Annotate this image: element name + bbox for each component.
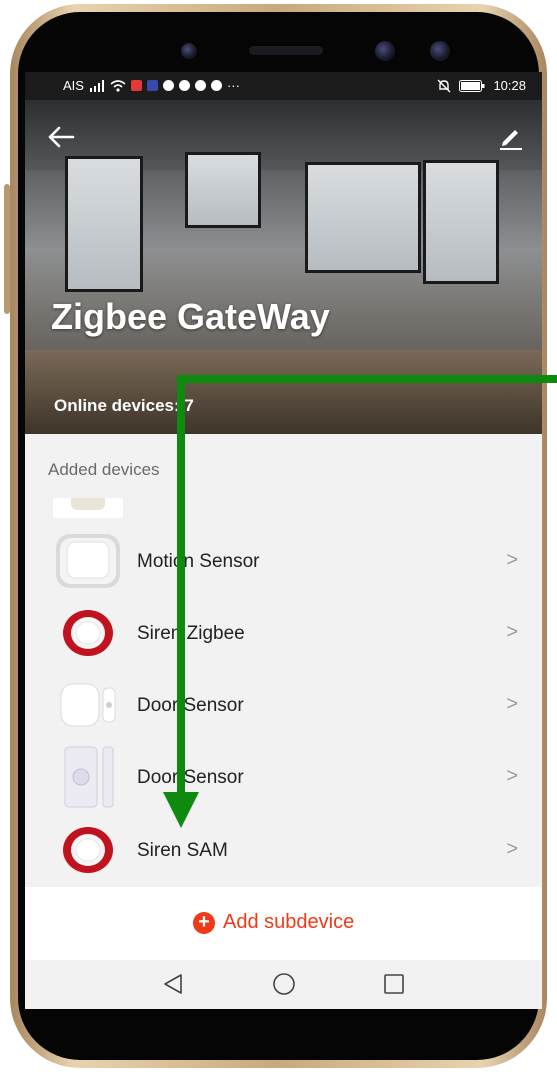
device-name: Siren SAM — [137, 840, 228, 861]
hero-window — [65, 156, 143, 292]
edit-button[interactable] — [496, 122, 524, 150]
chevron-right-icon: > — [506, 838, 518, 860]
device-name: Door Sensor — [137, 767, 244, 788]
signal-icon — [89, 79, 104, 92]
device-row-motion-sensor[interactable]: Motion Sensor > — [25, 525, 542, 597]
app-screen: AIS ··· 10:28 Zigbee GateWay Online devi… — [25, 72, 542, 1009]
add-subdevice-bar: + Add subdevice — [25, 887, 542, 960]
device-name: Motion Sensor — [137, 551, 260, 572]
front-sensor — [430, 41, 450, 61]
chevron-right-icon: > — [506, 765, 518, 787]
chevron-right-icon: > — [506, 549, 518, 571]
more-notifications: ··· — [226, 78, 240, 93]
line-app-icon — [162, 80, 174, 91]
device-row-siren-sam[interactable]: Siren SAM > — [25, 814, 542, 886]
front-camera-2 — [375, 41, 395, 61]
device-row-door-sensor[interactable]: Door Sensor > — [25, 669, 542, 741]
nav-recent-icon[interactable] — [382, 972, 406, 996]
device-row-siren-zigbee[interactable]: Siren Zigbee > — [25, 597, 542, 669]
hero-floor — [25, 350, 542, 434]
status-bar: AIS ··· 10:28 — [25, 72, 542, 100]
line-app-icon — [178, 80, 190, 91]
earpiece-speaker — [249, 46, 323, 55]
add-subdevice-button[interactable]: + Add subdevice — [193, 911, 354, 934]
front-camera — [181, 43, 197, 59]
notification-app-icon — [146, 80, 158, 91]
wifi-icon — [110, 79, 126, 92]
nav-home-icon[interactable] — [272, 972, 296, 996]
facebook-icon — [210, 80, 222, 91]
hero-window — [185, 152, 261, 228]
add-subdevice-label: Add subdevice — [223, 911, 355, 933]
siren-icon — [53, 606, 123, 660]
status-left: AIS ··· — [63, 78, 240, 93]
status-right: 10:28 — [437, 78, 526, 93]
carrier-label: AIS — [63, 78, 84, 93]
siren-icon — [53, 823, 123, 877]
device-name: Siren Zigbee — [137, 623, 245, 644]
mute-icon — [437, 79, 451, 92]
online-devices-count: Online devices: 7 — [54, 396, 194, 415]
back-button[interactable] — [47, 124, 75, 155]
line-app-icon — [194, 80, 206, 91]
volume-button — [4, 184, 10, 314]
partial-device-thumbnail — [53, 498, 123, 518]
clock: 10:28 — [493, 78, 526, 93]
section-label: Added devices — [48, 460, 160, 479]
device-row-door-sensor[interactable]: Door Sensor > — [25, 741, 542, 813]
system-nav-bar — [25, 960, 542, 1009]
battery-icon — [459, 79, 485, 92]
nav-back-icon[interactable] — [161, 972, 185, 996]
chevron-right-icon: > — [506, 693, 518, 715]
notification-app-icon — [130, 80, 142, 91]
page-title: Zigbee GateWay — [51, 296, 330, 337]
motion-sensor-icon — [53, 534, 123, 588]
door-sensor-icon — [53, 741, 123, 813]
gateway-header: Zigbee GateWay Online devices: 7 — [25, 100, 542, 434]
hero-window — [305, 162, 421, 273]
plus-circle-icon: + — [193, 911, 215, 934]
arrow-left-icon — [48, 126, 75, 148]
chevron-right-icon: > — [506, 621, 518, 643]
door-sensor-icon — [53, 678, 123, 732]
device-name: Door Sensor — [137, 695, 244, 716]
pencil-icon — [500, 130, 522, 150]
hero-window — [423, 160, 499, 284]
